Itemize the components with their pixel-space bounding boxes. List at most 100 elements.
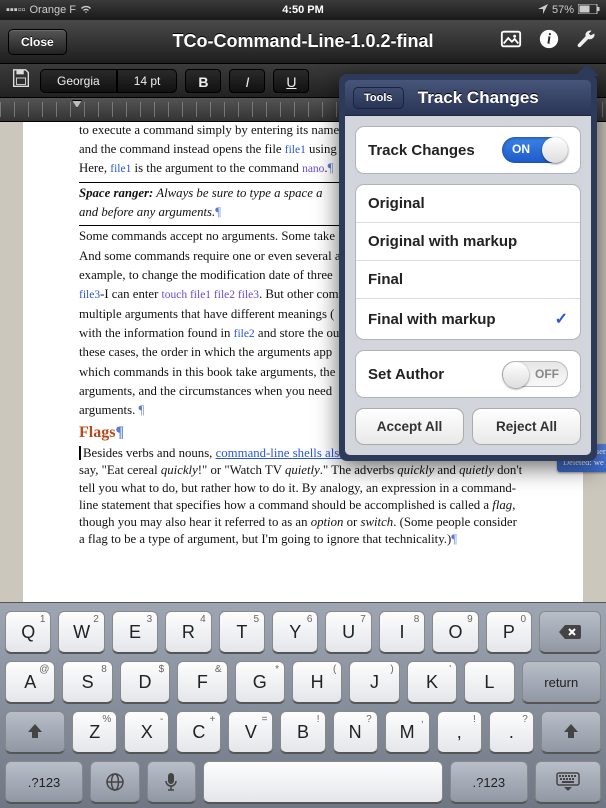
space-key[interactable]	[203, 761, 443, 803]
save-icon[interactable]	[10, 67, 32, 94]
text: option	[311, 515, 344, 529]
heading-flags: Flags	[79, 424, 115, 441]
wifi-icon	[80, 4, 92, 17]
carrier-label: Orange F	[30, 4, 76, 16]
key-t[interactable]: T5	[219, 611, 265, 653]
text: and store the ou	[255, 326, 340, 340]
return-key[interactable]: return	[522, 661, 601, 703]
key-g[interactable]: G*	[235, 661, 285, 703]
key-comma[interactable]: ,!	[437, 711, 482, 753]
key-e[interactable]: E3	[112, 611, 158, 653]
text: file1	[285, 144, 306, 156]
shift-key-right[interactable]	[541, 711, 601, 753]
italic-button[interactable]: I	[229, 69, 265, 93]
text: Besides verbs and nouns,	[83, 446, 216, 460]
underline-button[interactable]: U	[273, 69, 309, 93]
battery-percent: 57%	[552, 4, 574, 16]
location-icon	[538, 4, 548, 17]
text: and the command instead opens the file	[79, 142, 285, 156]
keyboard: Q1W2E3R4T5Y6U7I8O9P0 A@S8D$F&G*H(J)K'Lre…	[0, 602, 606, 808]
popover-title: Track Changes	[414, 88, 543, 108]
view-final-markup[interactable]: Final with markup✓	[356, 299, 580, 339]
pilcrow-icon: ¶	[215, 205, 221, 219]
text: touch file1 file2 file3	[162, 289, 259, 301]
nav-bar: Close TCo-Command-Line-1.0.2-final i	[0, 20, 606, 64]
key-y[interactable]: Y6	[272, 611, 318, 653]
wrench-icon[interactable]	[576, 28, 598, 55]
reject-all-button[interactable]: Reject All	[472, 408, 581, 445]
text: and before any arguments.	[79, 205, 215, 219]
text: file3	[79, 289, 100, 301]
track-changes-toggle[interactable]: ON	[502, 137, 568, 163]
set-author-label: Set Author	[368, 366, 444, 383]
signal-icon: ▪▪▪▫▫	[6, 4, 26, 16]
pilcrow-icon: ¶	[115, 424, 124, 441]
key-c[interactable]: C+	[176, 711, 221, 753]
text: and	[434, 463, 459, 477]
key-m[interactable]: M,	[385, 711, 430, 753]
text: with the information found in	[79, 326, 234, 340]
key-w[interactable]: W2	[58, 611, 104, 653]
info-icon[interactable]: i	[538, 28, 560, 55]
clock: 4:50 PM	[282, 4, 324, 16]
key-l[interactable]: L	[464, 661, 514, 703]
checkmark-icon: ✓	[555, 309, 568, 329]
view-original[interactable]: Original	[356, 185, 580, 223]
numbers-key-right[interactable]: .?123	[450, 761, 528, 803]
key-u[interactable]: U7	[325, 611, 371, 653]
key-s[interactable]: S8	[62, 661, 112, 703]
key-a[interactable]: A@	[5, 661, 55, 703]
font-selector[interactable]: Georgia	[40, 69, 117, 93]
key-f[interactable]: F&	[177, 661, 227, 703]
set-author-toggle[interactable]: OFF	[502, 361, 568, 387]
shift-key[interactable]	[5, 711, 65, 753]
key-o[interactable]: O9	[432, 611, 478, 653]
key-n[interactable]: N?	[333, 711, 378, 753]
key-period[interactable]: .?	[489, 711, 534, 753]
track-changes-label: Track Changes	[368, 142, 475, 159]
key-v[interactable]: V=	[228, 711, 273, 753]
view-original-markup[interactable]: Original with markup	[356, 223, 580, 261]
text: -I can enter	[100, 287, 161, 301]
text: Always be sure to type a space a	[153, 186, 322, 200]
key-h[interactable]: H(	[292, 661, 342, 703]
globe-key[interactable]	[90, 761, 140, 803]
key-k[interactable]: K'	[407, 661, 457, 703]
image-icon[interactable]	[500, 28, 522, 55]
font-size-selector[interactable]: 14 pt	[117, 69, 178, 93]
track-changes-popover: Tools Track Changes Track Changes ON Ori…	[339, 74, 597, 461]
key-j[interactable]: J)	[349, 661, 399, 703]
text-cursor	[79, 446, 81, 460]
close-button[interactable]: Close	[8, 29, 67, 55]
pilcrow-icon: ¶	[451, 532, 457, 546]
document-title: TCo-Command-Line-1.0.2-final	[172, 31, 433, 52]
text: Space ranger:	[79, 186, 153, 200]
key-p[interactable]: P0	[486, 611, 532, 653]
view-final[interactable]: Final	[356, 261, 580, 299]
dictation-key[interactable]	[147, 761, 197, 803]
bold-button[interactable]: B	[185, 69, 221, 93]
key-x[interactable]: X-	[124, 711, 169, 753]
text: file1	[110, 163, 131, 175]
key-r[interactable]: R4	[165, 611, 211, 653]
pilcrow-icon: ¶	[328, 161, 334, 175]
text: using	[306, 142, 337, 156]
key-b[interactable]: B!	[280, 711, 325, 753]
hide-keyboard-key[interactable]	[535, 761, 601, 803]
text: quickly	[161, 463, 198, 477]
svg-text:i: i	[547, 32, 551, 48]
text: switch	[360, 515, 393, 529]
key-z[interactable]: Z%	[72, 711, 117, 753]
numbers-key[interactable]: .?123	[5, 761, 83, 803]
backspace-key[interactable]	[539, 611, 601, 653]
tools-back-button[interactable]: Tools	[353, 87, 404, 109]
battery-icon	[578, 4, 600, 17]
key-q[interactable]: Q1	[5, 611, 51, 653]
text: arguments.	[79, 403, 138, 417]
text: ." The adverbs	[320, 463, 397, 477]
key-i[interactable]: I8	[379, 611, 425, 653]
indent-marker[interactable]	[72, 100, 82, 108]
text: is the argument to the command	[131, 161, 302, 175]
key-d[interactable]: D$	[120, 661, 170, 703]
accept-all-button[interactable]: Accept All	[355, 408, 464, 445]
